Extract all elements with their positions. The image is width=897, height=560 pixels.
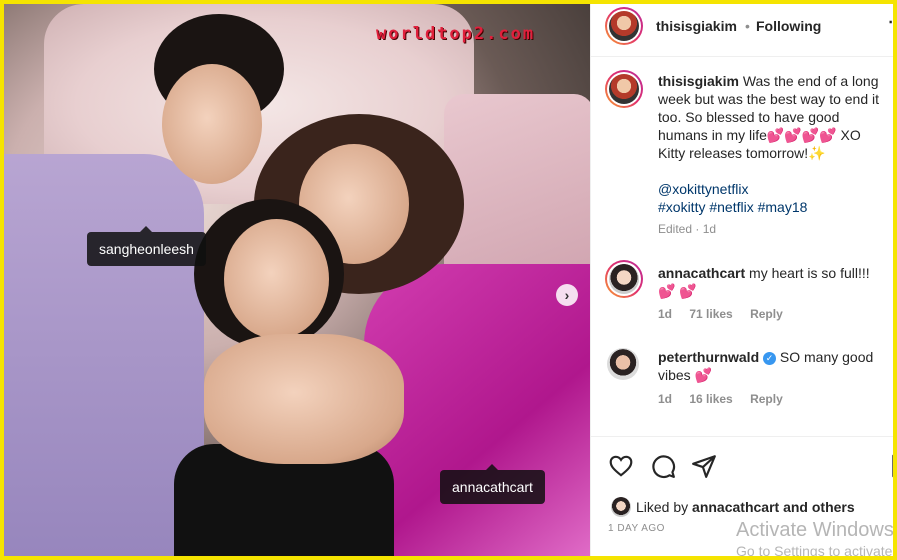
post-caption: thisisgiakim Was the end of a long week …: [658, 72, 888, 238]
liked-by-prefix: Liked by: [636, 499, 689, 515]
comment-likes[interactable]: 71 likes: [689, 307, 732, 321]
post-date: 1 DAY AGO: [608, 523, 665, 534]
liked-by-and: and others: [783, 499, 855, 515]
user-tag-annacathcart[interactable]: annacathcart: [440, 464, 545, 504]
post-photo[interactable]: worldtop2.com sangheonleesh annacathcart…: [4, 4, 590, 556]
comment-item: peterthurnwald ✓ SO many good vibes 💕: [658, 348, 888, 384]
post-side-panel: thisisgiakim • Following ⋯ thisisgiakim …: [590, 4, 893, 556]
edited-label: Edited: [658, 222, 693, 236]
caption-hashtags[interactable]: #xokitty #netflix #may18: [658, 198, 888, 216]
comment-age: 1d: [658, 392, 673, 406]
author-avatar[interactable]: [605, 7, 643, 45]
bookmark-icon[interactable]: [888, 453, 893, 479]
comment-icon[interactable]: [650, 453, 676, 479]
verified-badge-icon: ✓: [763, 351, 777, 365]
next-photo-button[interactable]: ›: [556, 284, 578, 306]
post-frame: worldtop2.com sangheonleesh annacathcart…: [4, 4, 893, 556]
caption-age: 1d: [702, 222, 717, 236]
comment-username[interactable]: peterthurnwald: [658, 349, 759, 365]
post-actions: Liked by annacathcart and others 1 DAY A…: [591, 436, 893, 556]
comment-item: annacathcart my heart is so full!!! 💕 💕: [658, 264, 888, 300]
activate-windows-subtitle[interactable]: Go to Settings to activate: [736, 543, 892, 556]
liked-by-avatar[interactable]: [611, 497, 631, 517]
comment-likes[interactable]: 16 likes: [689, 392, 732, 406]
comment-avatar-peterthurnwald[interactable]: [607, 348, 639, 380]
comment-username[interactable]: annacathcart: [658, 265, 745, 281]
liked-by-user[interactable]: annacathcart: [692, 499, 779, 515]
author-username[interactable]: thisisgiakim: [656, 18, 737, 34]
edited-separator: ·: [695, 222, 700, 236]
caption-mention[interactable]: @xokittynetflix: [658, 180, 888, 198]
comment-reply-button[interactable]: Reply: [750, 307, 783, 321]
comment-meta: 1d 71 likes Reply: [658, 307, 797, 321]
liked-by-text[interactable]: Liked by annacathcart and others: [636, 499, 855, 515]
user-tag-sangheonleesh[interactable]: sangheonleesh: [87, 226, 206, 266]
comment-meta: 1d 16 likes Reply: [658, 392, 797, 406]
more-icon[interactable]: ⋯: [888, 12, 893, 32]
header-separator: •: [745, 18, 750, 34]
activate-windows-title: Activate Windows: [736, 519, 893, 541]
photo-face-1: [162, 64, 262, 184]
comment-avatar-annacathcart[interactable]: [605, 260, 643, 298]
photo-shoulders: [204, 334, 404, 464]
chevron-right-icon: ›: [564, 287, 570, 303]
caption-meta: Edited · 1d: [658, 220, 888, 238]
photo-face-3: [224, 219, 329, 339]
sparkle-emoji: ✨: [808, 145, 826, 161]
watermark-text: worldtop2.com: [376, 24, 536, 44]
post-header: thisisgiakim • Following ⋯: [591, 4, 893, 57]
caption-username[interactable]: thisisgiakim: [658, 73, 739, 89]
share-icon[interactable]: [691, 453, 717, 479]
heart-icon[interactable]: [608, 453, 634, 479]
follow-status[interactable]: Following: [756, 18, 821, 34]
comment-age: 1d: [658, 307, 673, 321]
comment-reply-button[interactable]: Reply: [750, 392, 783, 406]
caption-author-avatar[interactable]: [605, 70, 643, 108]
